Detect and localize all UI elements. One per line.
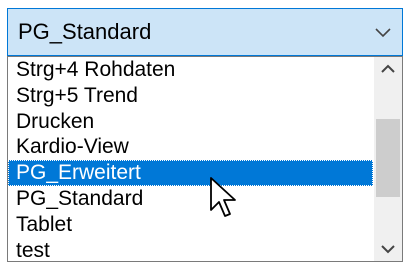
- list-item-selected[interactable]: PG_Erweitert: [8, 160, 373, 186]
- scrollbar-thumb[interactable]: [376, 119, 400, 197]
- profile-combobox[interactable]: PG_Standard Strg+4 Rohdaten Strg+5 Trend…: [7, 8, 403, 262]
- dropdown-items: Strg+4 Rohdaten Strg+5 Trend Drucken Kar…: [8, 57, 373, 262]
- chevron-down-icon[interactable]: [370, 19, 396, 45]
- dropdown-list[interactable]: Strg+4 Rohdaten Strg+5 Trend Drucken Kar…: [7, 56, 403, 262]
- chevron-up-icon[interactable]: [374, 57, 402, 81]
- list-item[interactable]: test: [8, 238, 373, 262]
- list-item[interactable]: Kardio-View: [8, 134, 373, 160]
- list-item[interactable]: Strg+4 Rohdaten: [8, 57, 373, 83]
- list-item-label: Drucken: [16, 109, 95, 133]
- list-item[interactable]: Strg+5 Trend: [8, 83, 373, 109]
- list-item-label: test: [16, 238, 50, 262]
- list-item[interactable]: Tablet: [8, 212, 373, 238]
- list-item-label: Kardio-View: [16, 135, 129, 159]
- list-item[interactable]: PG_Standard: [8, 186, 373, 212]
- combobox-selected-value: PG_Standard: [18, 19, 152, 44]
- combobox-field[interactable]: PG_Standard: [7, 8, 403, 56]
- list-item-label: Strg+4 Rohdaten: [16, 58, 176, 81]
- list-item-label: PG_Erweitert: [16, 161, 141, 185]
- chevron-down-icon[interactable]: [374, 237, 402, 261]
- vertical-scrollbar[interactable]: [374, 57, 402, 261]
- list-item[interactable]: Drucken: [8, 109, 373, 135]
- list-item-label: Strg+5 Trend: [16, 83, 138, 107]
- list-item-label: Tablet: [16, 212, 73, 236]
- list-item-label: PG_Standard: [16, 186, 144, 210]
